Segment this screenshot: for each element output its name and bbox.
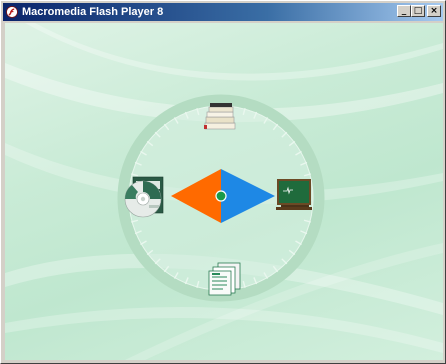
maximize-button[interactable]: □ [411,5,425,17]
close-icon: × [430,5,438,16]
minimize-icon: _ [401,5,407,16]
maximize-icon: □ [413,5,423,16]
window-title: Macromedia Flash Player 8 [22,6,164,18]
flash-player-window: Macromedia Flash Player 8 _ □ × [0,0,446,364]
flash-player-icon[interactable] [6,6,18,18]
title-buttons: _ □ × [397,5,441,17]
flash-stage[interactable] [5,23,443,360]
documents-icon[interactable] [208,262,241,296]
chalkboard-icon[interactable] [276,179,312,210]
minimize-button[interactable]: _ [397,5,411,17]
close-button[interactable]: × [427,5,441,17]
stage-canvas [5,23,443,360]
center-dot[interactable] [215,190,227,202]
title-bar[interactable]: Macromedia Flash Player 8 _ □ × [3,3,443,21]
